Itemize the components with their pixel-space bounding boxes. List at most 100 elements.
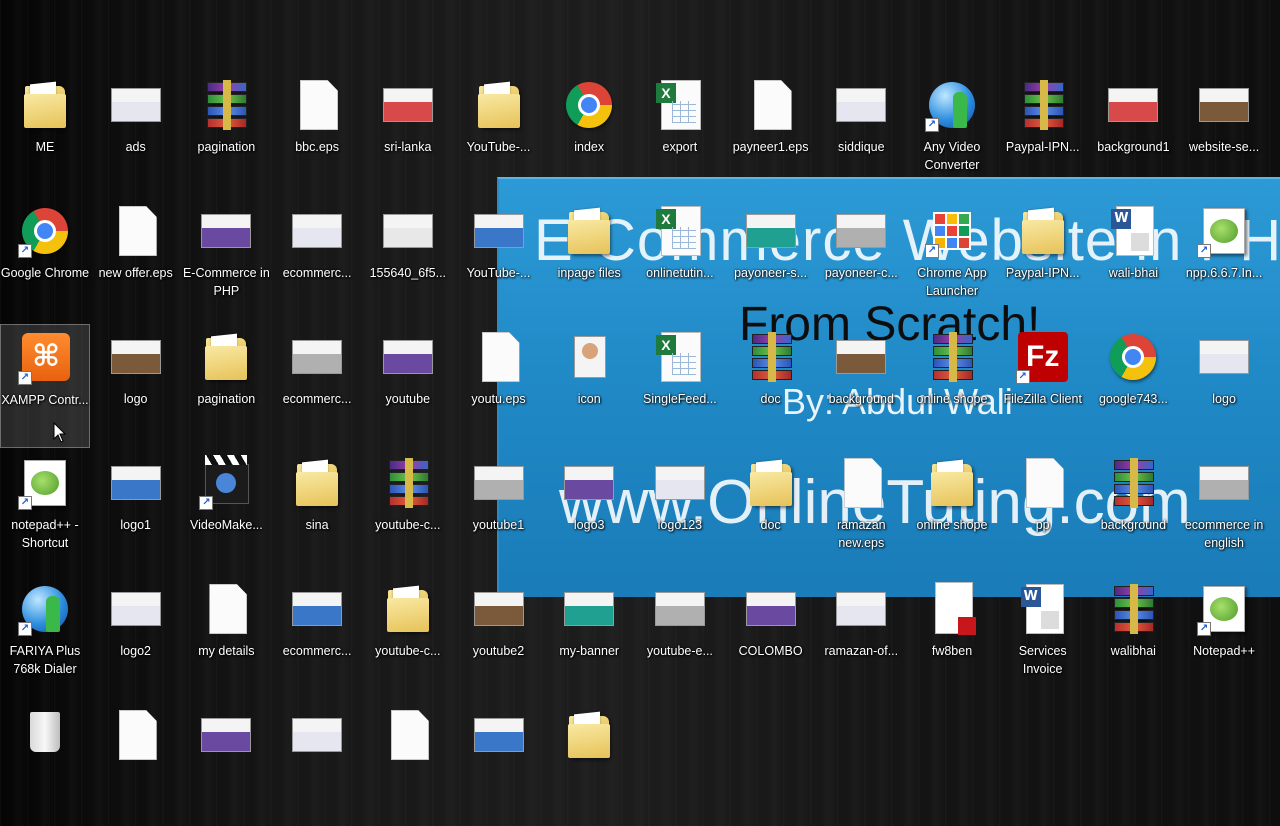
desktop-icon[interactable]: ecommerc... [272, 324, 362, 448]
desktop-icon[interactable]: youtube-c... [363, 576, 453, 700]
desktop-icon[interactable] [544, 702, 634, 826]
desktop-icon[interactable] [0, 702, 90, 826]
desktop-icon[interactable] [363, 702, 453, 826]
desktop-icon[interactable]: pagination [181, 72, 271, 196]
desktop-icon[interactable]: inpage files [544, 198, 634, 322]
desktop-icon[interactable] [181, 702, 271, 826]
desktop-icon[interactable]: pp [998, 450, 1088, 574]
desktop-icon[interactable]: payneer1.eps [726, 72, 816, 196]
desktop[interactable]: E-Commerce Website in PHP From Scratch! … [0, 0, 1280, 760]
desktop-icon[interactable]: idiot [816, 0, 906, 18]
desktop-icon[interactable]: website-se... [1179, 72, 1269, 196]
desktop-icon[interactable]: marque [1088, 0, 1178, 18]
desktop-icon[interactable]: ecommerce in english [1179, 450, 1269, 574]
desktop-icon[interactable]: YouTube-... [454, 198, 544, 322]
desktop-icon[interactable]: YouTube-... [454, 0, 544, 18]
desktop-icon[interactable]: ecommerc... [272, 198, 362, 322]
desktop-icon-label: ecommerc... [282, 392, 352, 406]
desktop-icon[interactable]: logo1 [91, 450, 181, 574]
desktop-icon[interactable]: payoneer-s... [726, 198, 816, 322]
desktop-icon[interactable]: logo2 [91, 576, 181, 700]
desktop-icon[interactable]: eid [1179, 0, 1269, 18]
desktop-icon[interactable]: doc [726, 324, 816, 448]
desktop-icon[interactable]: wali-bhai [1088, 198, 1178, 322]
desktop-icon[interactable]: youtube1 [454, 450, 544, 574]
desktop-icon[interactable]: Paypal-IPN... [998, 72, 1088, 196]
shortcut-arrow-icon: ↗ [18, 244, 32, 258]
desktop-icon[interactable]: wali123 [635, 0, 725, 18]
desktop-icon[interactable]: paypal [272, 0, 362, 18]
desktop-icon[interactable]: youtube-c... [363, 450, 453, 574]
desktop-icon[interactable]: avc-free [907, 0, 997, 18]
desktop-icon[interactable] [91, 702, 181, 826]
desktop-icon[interactable]: payneer.eps [726, 0, 816, 18]
pdf-icon [923, 580, 981, 638]
desktop-icon[interactable] [272, 702, 362, 826]
desktop-icon[interactable]: bbc.eps [272, 72, 362, 196]
desktop-icon[interactable]: logo [1179, 324, 1269, 448]
desktop-icon[interactable]: index [544, 0, 634, 18]
desktop-icon[interactable]: Fz ↗ FileZilla Client [998, 324, 1088, 448]
desktop-icon[interactable]: export [635, 72, 725, 196]
desktop-icon[interactable]: ↗ Google Chrome [0, 198, 90, 322]
desktop-icon-label: XAMPP Contr... [1, 393, 89, 407]
desktop-icon[interactable]: new offer.eps [91, 198, 181, 322]
desktop-icon[interactable]: online shope [907, 324, 997, 448]
desktop-icon[interactable]: pagination [181, 324, 271, 448]
desktop-icon[interactable]: 155640_6f5... [363, 198, 453, 322]
desktop-icon[interactable]: oggt.eps [181, 0, 271, 18]
desktop-icon[interactable]: siddique [816, 72, 906, 196]
desktop-icon[interactable]: youtu.eps [454, 324, 544, 448]
desktop-icon[interactable]: (1) Abdul Wali [91, 0, 181, 18]
desktop-icon[interactable]: sri-lanka [363, 72, 453, 196]
desktop-icon[interactable]: youtube-e... [635, 576, 725, 700]
desktop-icon[interactable]: logo [91, 324, 181, 448]
desktop-icon[interactable]: sina [272, 450, 362, 574]
desktop-icon[interactable]: youtube [363, 324, 453, 448]
desktop-icon[interactable]: my details [181, 576, 271, 700]
desktop-icon[interactable]: E-Commerce in PHP [181, 198, 271, 322]
desktop-icon[interactable]: ↗ VideoMake... [181, 450, 271, 574]
desktop-icon[interactable]: ME [0, 72, 90, 196]
desktop-icon[interactable]: ↗ FARIYA Plus 768k Dialer [0, 576, 90, 700]
desktop-icon[interactable]: ads [91, 72, 181, 196]
desktop-icon[interactable]: payoneer-c... [816, 198, 906, 322]
desktop-icon[interactable]: Services Invoice [998, 576, 1088, 700]
desktop-icon[interactable]: ↗ Chrome App Launcher [907, 198, 997, 322]
desktop-icon[interactable]: SingleFeed... [635, 324, 725, 448]
desktop-icon[interactable]: ramazan-of... [816, 576, 906, 700]
desktop-icon-label: onlinetutin... [646, 266, 714, 280]
desktop-icon[interactable]: ↗ npp.6.6.7.In... [1179, 198, 1269, 322]
desktop-icon[interactable]: warka-dang [363, 0, 453, 18]
desktop-icon[interactable]: ramazan offer.eps [998, 0, 1088, 18]
desktop-icon[interactable]: doc [726, 450, 816, 574]
desktop-icon[interactable]: my-banner [544, 576, 634, 700]
desktop-icon[interactable]: YouTube-... [454, 72, 544, 196]
desktop-icon[interactable]: COLOMBO [726, 576, 816, 700]
desktop-icon[interactable]: ↗ Notepad++ [1179, 576, 1269, 700]
desktop-icon[interactable] [454, 702, 544, 826]
desktop-icon[interactable]: online shope [907, 450, 997, 574]
desktop-icon-label: sina [305, 518, 329, 532]
desktop-icon[interactable]: google743... [1088, 324, 1178, 448]
desktop-icon[interactable]: logo123 [635, 450, 725, 574]
desktop-icon[interactable]: index [544, 72, 634, 196]
desktop-icon[interactable]: ⌘ ↗ XAMPP Contr... [0, 324, 90, 448]
desktop-icon[interactable]: Computer [0, 0, 90, 18]
desktop-icon[interactable]: fw8ben [907, 576, 997, 700]
desktop-icon[interactable]: ↗ Any Video Converter [907, 72, 997, 196]
desktop-icon[interactable]: logo3 [544, 450, 634, 574]
desktop-icon[interactable]: background1 [1088, 72, 1178, 196]
desktop-icon[interactable]: background [1088, 450, 1178, 574]
desktop-icon[interactable]: youtube2 [454, 576, 544, 700]
desktop-icon[interactable]: ecommerc... [272, 576, 362, 700]
desktop-icon[interactable]: icon [544, 324, 634, 448]
desktop-icon[interactable]: Paypal-IPN... [998, 198, 1088, 322]
desktop-icon[interactable]: onlinetutin... [635, 198, 725, 322]
desktop-icon[interactable]: background [816, 324, 906, 448]
desktop-icon[interactable]: walibhai [1088, 576, 1178, 700]
desktop-icon[interactable]: ramazan new.eps [816, 450, 906, 574]
desktop-icon-label: website-se... [1189, 140, 1260, 154]
desktop-icon[interactable]: ↗ notepad++ - Shortcut [0, 450, 90, 574]
desktop-icon-label: youtube [385, 392, 431, 406]
